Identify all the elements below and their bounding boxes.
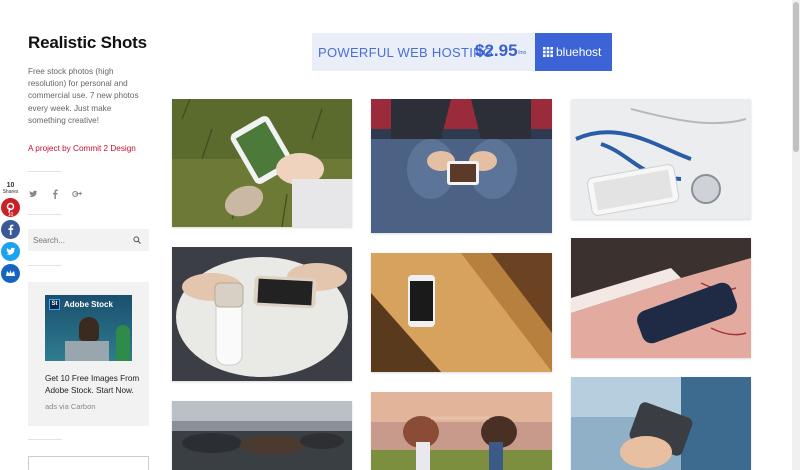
search-box	[28, 229, 149, 251]
share-label: Shares	[2, 189, 19, 195]
google-plus-icon[interactable]	[72, 186, 83, 198]
ad-text[interactable]: Get 10 Free Images From Adobe Stock. Sta…	[45, 373, 145, 397]
photo-hand-holding-phone[interactable]	[571, 377, 751, 470]
scrollbar-thumb[interactable]	[793, 2, 799, 152]
hosting-banner[interactable]: POWERFUL WEB HOSTING $2.95 /mo bluehost	[312, 33, 612, 71]
site-title[interactable]: Realistic Shots	[28, 33, 147, 53]
divider	[28, 171, 62, 172]
twitter-icon[interactable]	[28, 186, 38, 198]
ad-brand: Adobe Stock	[64, 300, 113, 309]
search-icon[interactable]	[133, 236, 141, 244]
carbon-ad: St Adobe Stock Get 10 Free Images From A…	[28, 282, 149, 426]
divider	[28, 439, 62, 440]
scrollbar[interactable]	[792, 0, 800, 470]
ad-image[interactable]: St Adobe Stock	[45, 295, 132, 361]
photo-girls-in-field[interactable]	[371, 392, 552, 470]
ad-laptop-figure	[65, 341, 109, 361]
share-bar: 10 Shares 10	[0, 182, 21, 283]
twitter-icon	[6, 247, 15, 255]
photo-jeans-phone[interactable]	[371, 99, 552, 233]
facebook-icon[interactable]	[50, 186, 60, 199]
share-count: 10	[6, 182, 15, 189]
pinterest-share-count: 10	[7, 212, 14, 218]
facebook-share-button[interactable]	[1, 220, 20, 239]
sumo-share-button[interactable]	[1, 264, 20, 283]
ad-person-figure	[79, 317, 99, 341]
banner-text: POWERFUL WEB HOSTING	[318, 45, 494, 60]
bluehost-label: bluehost	[556, 45, 602, 59]
adobe-stock-logo: St	[49, 299, 60, 310]
divider	[28, 265, 62, 266]
newsletter-box[interactable]	[28, 456, 149, 470]
ad-plant-figure	[116, 325, 130, 361]
photo-people-on-car[interactable]	[172, 401, 352, 470]
facebook-icon	[8, 224, 14, 235]
grid-icon	[543, 47, 553, 57]
photo-autumn-grass[interactable]	[172, 99, 352, 227]
project-link[interactable]: A project by Commit 2 Design	[28, 144, 136, 153]
photo-stethoscope-phone[interactable]	[571, 99, 751, 219]
photo-smartwatch-phone[interactable]	[172, 247, 352, 381]
social-links	[28, 186, 83, 199]
banner-per: /mo	[518, 50, 527, 56]
ad-via[interactable]: ads via Carbon	[45, 402, 95, 411]
photo-phone-on-wood[interactable]	[371, 253, 552, 372]
twitter-share-button[interactable]	[1, 242, 20, 261]
site-description: Free stock photos (high resolution) for …	[28, 67, 139, 125]
search-input[interactable]	[28, 229, 124, 251]
photo-phone-on-notebook[interactable]	[571, 238, 751, 358]
divider	[28, 214, 62, 215]
banner-price: $2.95	[475, 41, 518, 60]
crown-icon	[6, 270, 15, 276]
bluehost-button[interactable]: bluehost	[535, 33, 612, 71]
pinterest-share-button[interactable]: 10	[1, 198, 20, 218]
